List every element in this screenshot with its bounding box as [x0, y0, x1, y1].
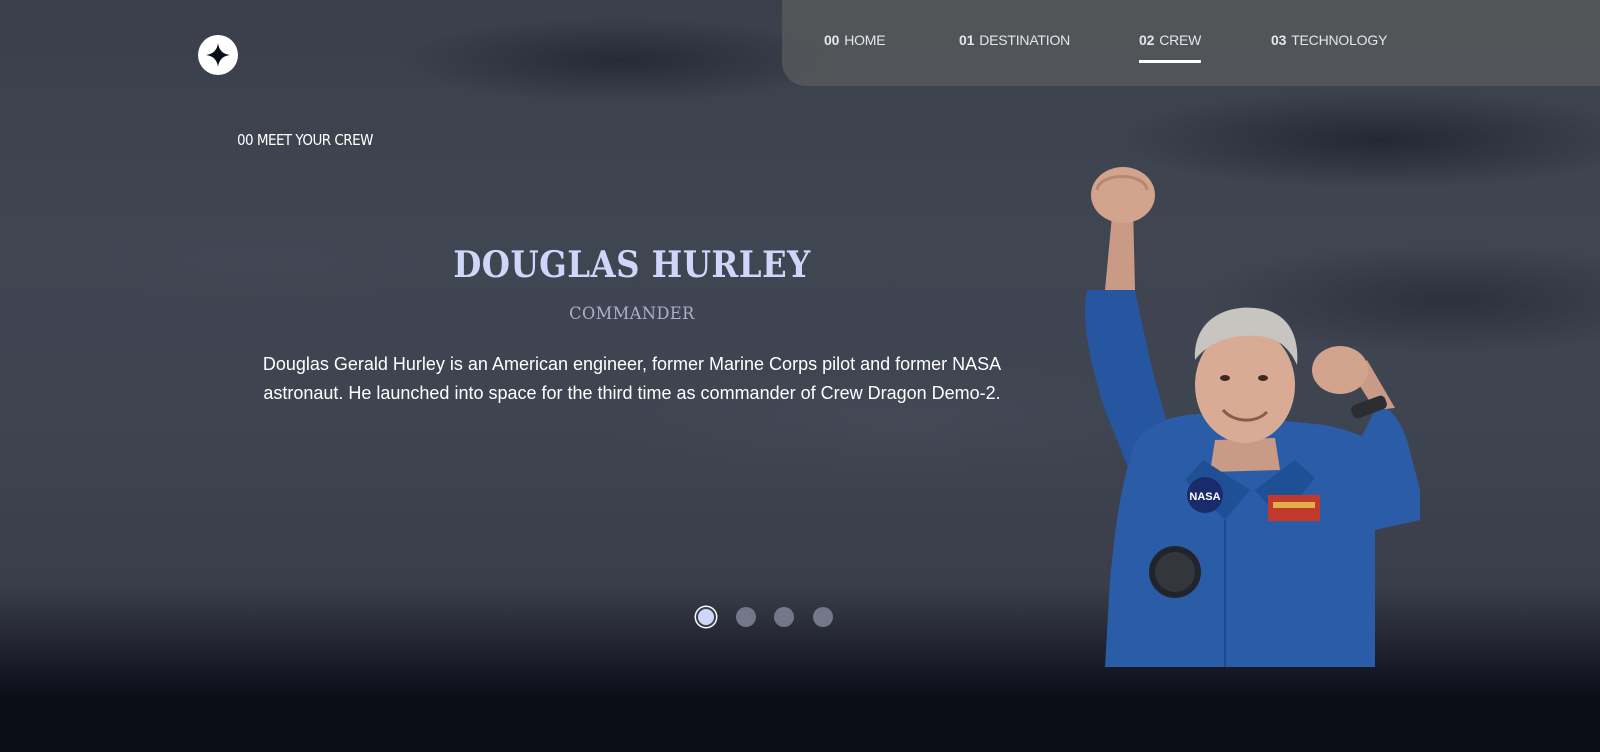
nav-label: HOME — [844, 32, 886, 48]
nav-label: TECHNOLOGY — [1291, 32, 1388, 48]
astronaut-photo: NASA — [1085, 167, 1420, 667]
nav-num: 03 — [1271, 32, 1287, 48]
carousel-dot-1[interactable] — [696, 607, 716, 627]
svg-text:NASA: NASA — [1189, 491, 1220, 503]
star-icon — [206, 43, 230, 67]
main-nav: 00 HOME 01 DESTINATION 02 CREW 03 TECHNOLOGY — [782, 0, 1600, 86]
carousel-dot-2[interactable] — [736, 607, 756, 627]
page-eyebrow: 00 MEET YOUR CREW — [237, 131, 373, 149]
nav-num: 01 — [959, 32, 975, 48]
nav-item-technology[interactable]: 03 TECHNOLOGY — [1271, 32, 1387, 63]
nav-item-destination[interactable]: 01 DESTINATION — [959, 32, 1070, 63]
nav-num: 00 — [824, 32, 840, 48]
nav-item-home[interactable]: 00 HOME — [824, 32, 886, 63]
crew-name: DOUGLAS HURLEY — [453, 244, 811, 286]
crew-bio: Douglas Gerald Hurley is an American eng… — [262, 354, 1002, 403]
logo-star-icon[interactable] — [198, 35, 238, 75]
nav-label: CREW — [1159, 32, 1202, 48]
nav-num: 02 — [1139, 32, 1155, 48]
crew-role: COMMANDER — [569, 304, 695, 324]
nav-item-crew[interactable]: 02 CREW — [1139, 32, 1201, 63]
nav-label: DESTINATION — [979, 32, 1071, 48]
carousel-dot-3[interactable] — [774, 607, 794, 627]
carousel-dot-4[interactable] — [813, 607, 833, 627]
